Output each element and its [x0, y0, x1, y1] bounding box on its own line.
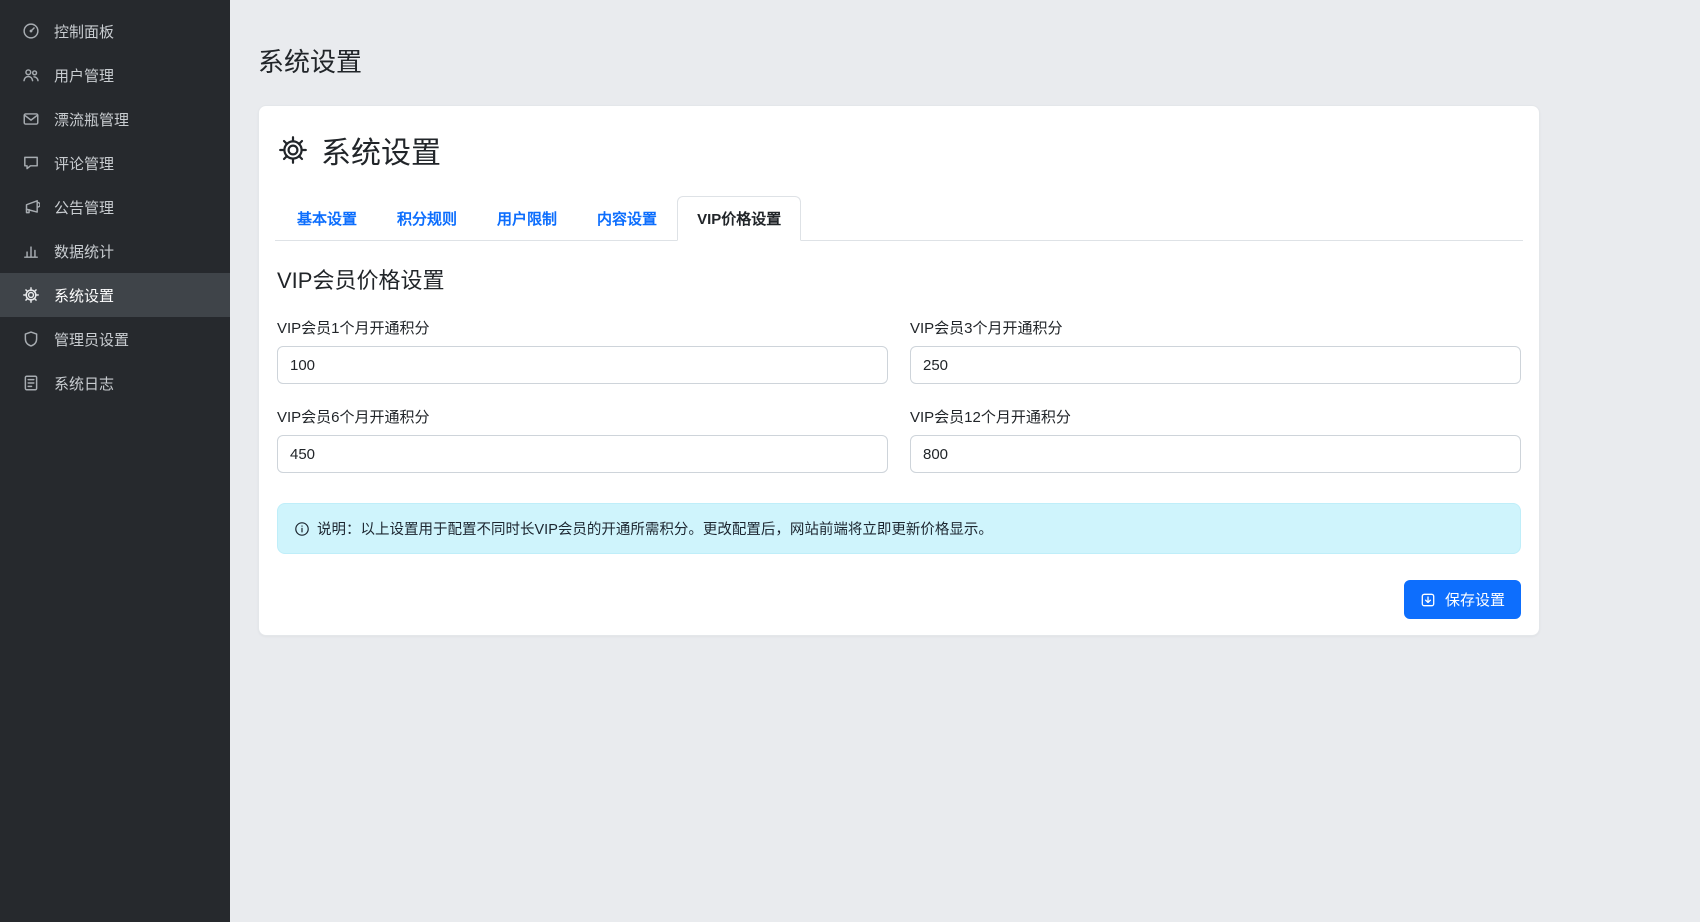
tab-basic-settings[interactable]: 基本设置 — [277, 196, 377, 241]
vip-3month-input[interactable] — [910, 346, 1521, 384]
field-label: VIP会员1个月开通积分 — [277, 317, 888, 338]
gear-icon — [22, 286, 40, 304]
users-icon — [22, 66, 40, 84]
save-settings-button[interactable]: 保存设置 — [1404, 580, 1521, 619]
card-title: 系统设置 — [321, 128, 441, 172]
sidebar-item-label: 评论管理 — [54, 153, 114, 174]
gear-icon — [277, 134, 309, 166]
vip-1month-input[interactable] — [277, 346, 888, 384]
sidebar-item-label: 公告管理 — [54, 197, 114, 218]
info-alert-text: 说明：以上设置用于配置不同时长VIP会员的开通所需积分。更改配置后，网站前端将立… — [317, 518, 993, 539]
sidebar-item-system-settings[interactable]: 系统设置 — [0, 273, 230, 317]
sidebar-item-label: 系统设置 — [54, 285, 114, 306]
page-title: 系统设置 — [258, 42, 1540, 79]
vip-price-pane: VIP会员价格设置 VIP会员1个月开通积分 VIP会员3个月开通积分 VIP会… — [275, 241, 1523, 619]
sidebar-item-comments[interactable]: 评论管理 — [0, 141, 230, 185]
vip-6month-input[interactable] — [277, 435, 888, 473]
sidebar-item-bottles[interactable]: 漂流瓶管理 — [0, 97, 230, 141]
card-title-row: 系统设置 — [277, 128, 1523, 172]
vip-12month-input[interactable] — [910, 435, 1521, 473]
shield-icon — [22, 330, 40, 348]
sidebar-item-statistics[interactable]: 数据统计 — [0, 229, 230, 273]
actions-row: 保存设置 — [277, 580, 1521, 619]
field-vip-1month: VIP会员1个月开通积分 — [277, 317, 888, 384]
sidebar-item-users[interactable]: 用户管理 — [0, 53, 230, 97]
sidebar-item-announcements[interactable]: 公告管理 — [0, 185, 230, 229]
sidebar-item-label: 系统日志 — [54, 373, 114, 394]
save-icon — [1420, 592, 1436, 608]
tab-user-limits[interactable]: 用户限制 — [477, 196, 577, 241]
tab-points-rules[interactable]: 积分规则 — [377, 196, 477, 241]
field-label: VIP会员12个月开通积分 — [910, 406, 1521, 427]
section-title: VIP会员价格设置 — [277, 263, 1521, 295]
settings-tabs: 基本设置 积分规则 用户限制 内容设置 VIP价格设置 — [275, 196, 1523, 241]
vip-price-form: VIP会员1个月开通积分 VIP会员3个月开通积分 VIP会员6个月开通积分 V… — [277, 317, 1521, 473]
settings-card: 系统设置 基本设置 积分规则 用户限制 内容设置 VIP价格设置 VIP会员价格… — [258, 105, 1540, 636]
tab-vip-price-settings[interactable]: VIP价格设置 — [677, 196, 801, 241]
sidebar-item-label: 用户管理 — [54, 65, 114, 86]
field-label: VIP会员6个月开通积分 — [277, 406, 888, 427]
sidebar-item-system-logs[interactable]: 系统日志 — [0, 361, 230, 405]
save-settings-label: 保存设置 — [1445, 589, 1505, 610]
field-vip-6month: VIP会员6个月开通积分 — [277, 406, 888, 473]
dashboard-icon — [22, 22, 40, 40]
field-vip-12month: VIP会员12个月开通积分 — [910, 406, 1521, 473]
sidebar: 控制面板 用户管理 漂流瓶管理 评论管理 公告管理 数据统计 — [0, 0, 230, 922]
sidebar-item-label: 控制面板 — [54, 21, 114, 42]
sidebar-item-label: 漂流瓶管理 — [54, 109, 129, 130]
sidebar-item-label: 数据统计 — [54, 241, 114, 262]
sidebar-item-label: 管理员设置 — [54, 329, 129, 350]
sidebar-item-admin-settings[interactable]: 管理员设置 — [0, 317, 230, 361]
tab-content-settings[interactable]: 内容设置 — [577, 196, 677, 241]
info-alert: 说明：以上设置用于配置不同时长VIP会员的开通所需积分。更改配置后，网站前端将立… — [277, 503, 1521, 554]
field-label: VIP会员3个月开通积分 — [910, 317, 1521, 338]
main-content: 系统设置 系统设置 基本设置 积分规则 用户限制 内容设置 VIP价格设置 VI… — [230, 0, 1700, 922]
info-icon — [294, 521, 310, 537]
mail-icon — [22, 110, 40, 128]
field-vip-3month: VIP会员3个月开通积分 — [910, 317, 1521, 384]
log-icon — [22, 374, 40, 392]
chart-icon — [22, 242, 40, 260]
megaphone-icon — [22, 198, 40, 216]
comment-icon — [22, 154, 40, 172]
sidebar-item-dashboard[interactable]: 控制面板 — [0, 9, 230, 53]
